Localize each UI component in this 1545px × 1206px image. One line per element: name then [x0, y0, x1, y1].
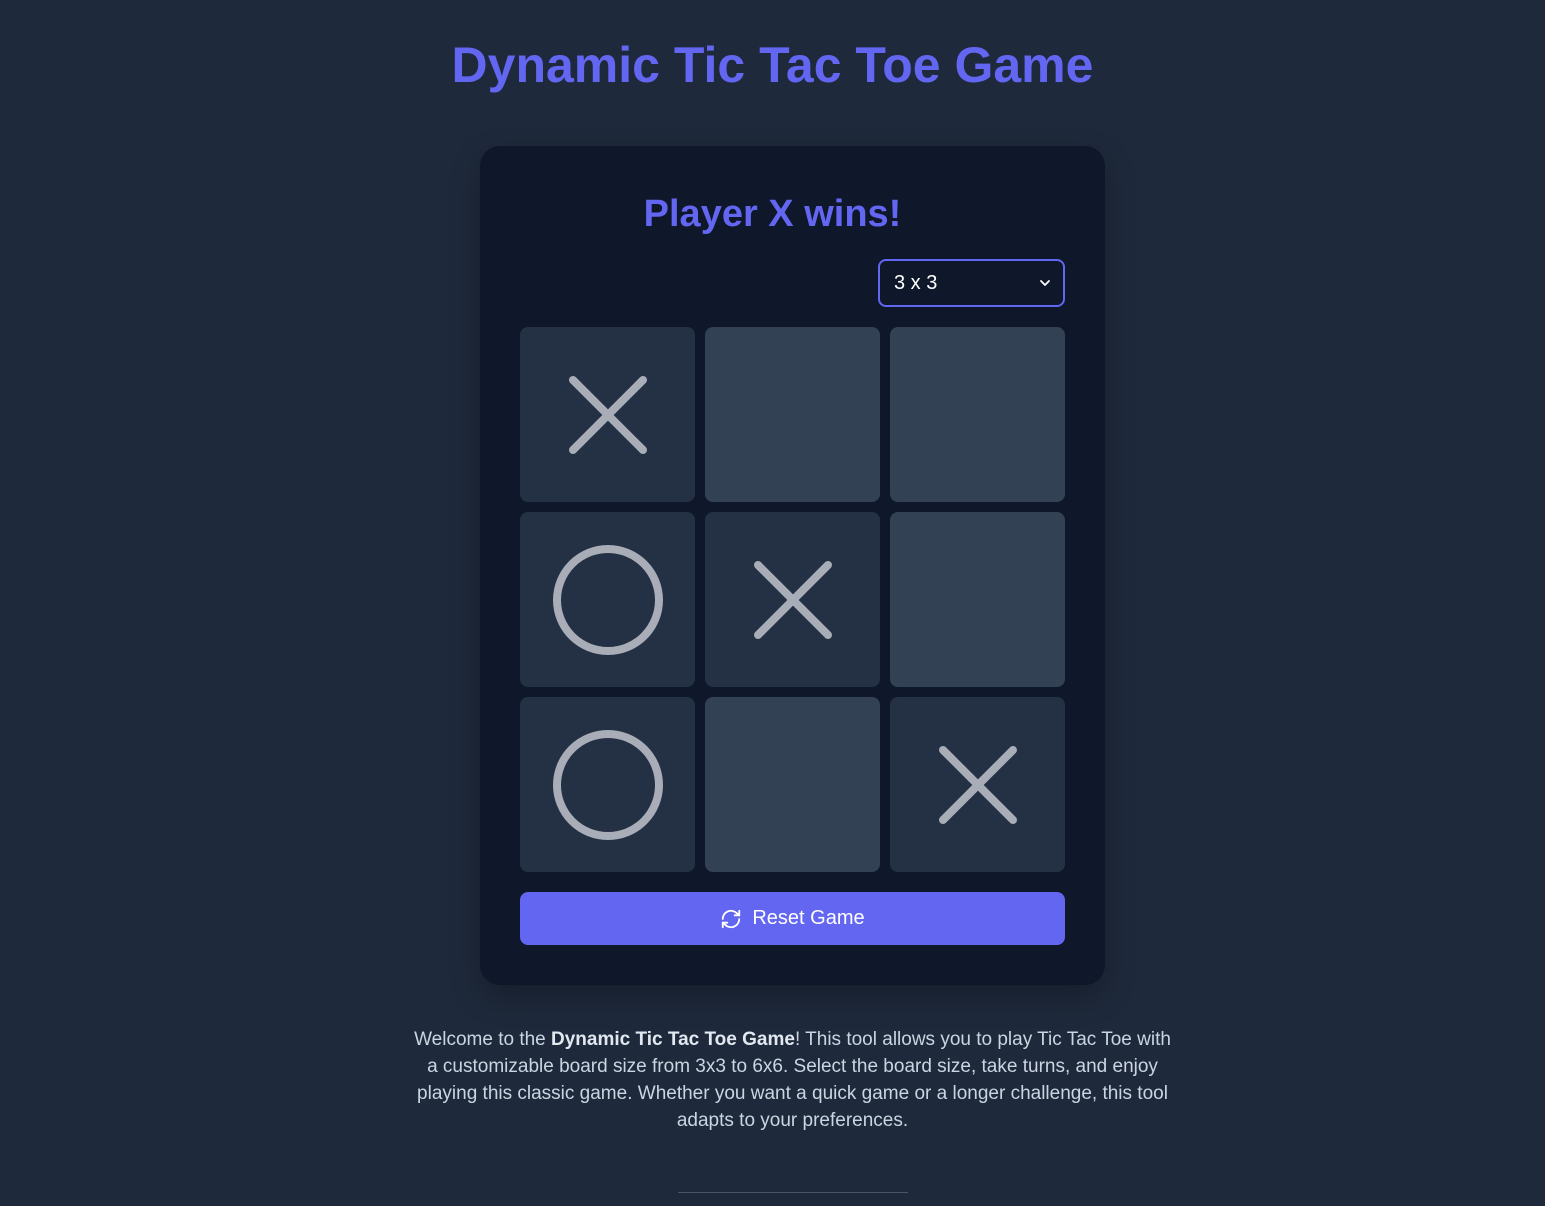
reset-game-label: Reset Game: [752, 907, 865, 929]
board-cell[interactable]: [890, 697, 1065, 872]
board-cell[interactable]: [520, 512, 695, 687]
refresh-icon: [722, 909, 741, 928]
board-cell[interactable]: [705, 327, 880, 502]
board-cell[interactable]: [705, 697, 880, 872]
board-cell[interactable]: [520, 697, 695, 872]
description-bold: Dynamic Tic Tac Toe Game: [551, 1029, 795, 1050]
board-size-value: 3 x 3: [894, 271, 938, 294]
board-cell[interactable]: [520, 327, 695, 502]
footer-divider: [678, 1192, 908, 1193]
x-mark-icon: [753, 560, 832, 639]
chevron-down-icon: [1040, 280, 1050, 286]
o-mark-icon: [552, 544, 663, 655]
o-mark-icon: [552, 729, 663, 840]
board-cell[interactable]: [705, 512, 880, 687]
description-prefix: Welcome to the: [414, 1029, 552, 1050]
board-cell[interactable]: [890, 512, 1065, 687]
game-status: Player X wins!: [643, 193, 902, 235]
x-mark-icon: [568, 375, 647, 454]
description-text: Welcome to the Dynamic Tic Tac Toe Game!…: [410, 1026, 1175, 1134]
x-mark-icon: [938, 745, 1017, 824]
game-board: [520, 327, 1065, 872]
page-title: Dynamic Tic Tac Toe Game: [451, 37, 1094, 93]
reset-game-button[interactable]: Reset Game: [520, 892, 1065, 945]
board-size-select[interactable]: 3 x 3: [878, 259, 1065, 307]
board-cell[interactable]: [890, 327, 1065, 502]
